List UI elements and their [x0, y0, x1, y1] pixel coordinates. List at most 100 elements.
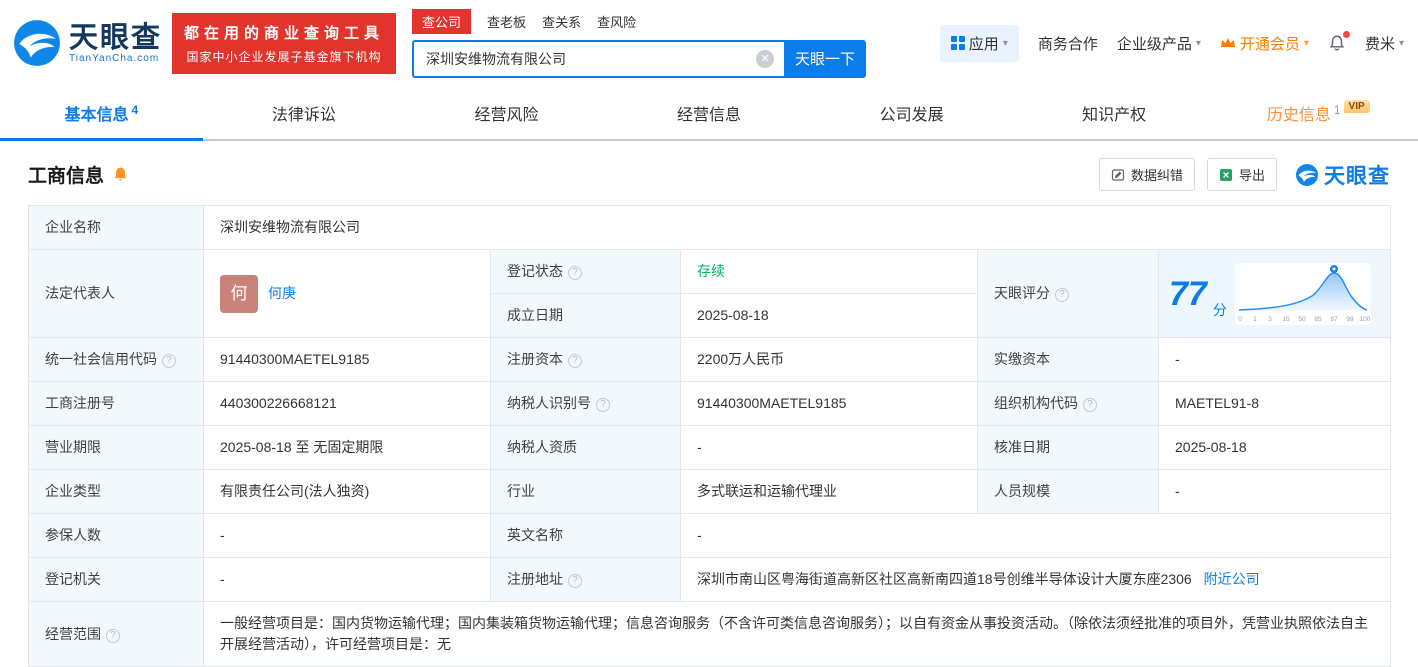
- legal-rep-link[interactable]: 何庚: [268, 283, 296, 304]
- company-type-value: 有限责任公司(法人独资): [204, 470, 491, 514]
- search-tab-relation[interactable]: 查关系: [542, 9, 581, 34]
- notification-bell[interactable]: [1328, 34, 1346, 52]
- data-correction-label: 数据纠错: [1131, 165, 1183, 184]
- nav-apps[interactable]: 应用 ▾: [940, 25, 1019, 62]
- reg-number-label: 工商注册号: [29, 382, 204, 426]
- tyc-score-label: 天眼评分?: [978, 250, 1159, 338]
- chevron-down-icon: ▾: [1399, 38, 1404, 49]
- credit-code-label: 统一社会信用代码?: [29, 338, 204, 382]
- reg-number-value: 440300226668121: [204, 382, 491, 426]
- reg-authority-value: -: [204, 558, 491, 602]
- staff-size-label: 人员规模: [978, 470, 1159, 514]
- tab-history-info-count: 1: [1334, 103, 1341, 117]
- table-row: 营业期限 2025-08-18 至 无固定期限 纳税人资质 - 核准日期 202…: [29, 426, 1391, 470]
- search-tab-company[interactable]: 查公司: [412, 9, 471, 34]
- help-icon[interactable]: ?: [162, 354, 176, 368]
- tab-operation-risk-label: 经营风险: [474, 107, 538, 124]
- search-input[interactable]: [412, 40, 784, 78]
- business-scope-value: 一般经营项目是：国内货物运输代理；国内集装箱货物运输代理；信息咨询服务（不含许可…: [204, 602, 1391, 667]
- tab-company-development[interactable]: 公司发展: [810, 86, 1013, 141]
- help-icon[interactable]: ?: [568, 266, 582, 280]
- section-watermark-logo: 天眼查: [1295, 160, 1390, 190]
- english-name-value: -: [681, 514, 1391, 558]
- clear-search-icon[interactable]: ✕: [756, 50, 774, 68]
- industry-label: 行业: [491, 470, 681, 514]
- tianyancha-logo[interactable]: 天眼查 TianYanCha.com: [12, 18, 162, 68]
- help-icon[interactable]: ?: [568, 574, 582, 588]
- credit-code-value: 91440300MAETEL9185: [204, 338, 491, 382]
- help-icon[interactable]: ?: [106, 629, 120, 643]
- tab-operation-info[interactable]: 经营信息: [608, 86, 811, 141]
- legal-rep-value: 何 何庚: [204, 250, 491, 338]
- taxpayer-quality-value: -: [681, 426, 978, 470]
- table-row: 企业类型 有限责任公司(法人独资) 行业 多式联运和运输代理业 人员规模 -: [29, 470, 1391, 514]
- tab-basic-info[interactable]: 基本信息4: [0, 86, 203, 141]
- tab-operation-risk[interactable]: 经营风险: [405, 86, 608, 141]
- crown-icon: [1220, 37, 1236, 49]
- business-info-section-head: 工商信息 数据纠错 导出 天眼查: [0, 141, 1418, 203]
- svg-text:100: 100: [1359, 316, 1370, 323]
- reg-capital-label: 注册资本?: [491, 338, 681, 382]
- approval-date-value: 2025-08-18: [1159, 426, 1391, 470]
- search-tab-risk[interactable]: 查风险: [597, 9, 636, 34]
- help-icon[interactable]: ?: [1055, 288, 1069, 302]
- establish-date-label: 成立日期: [491, 294, 681, 338]
- slogan-line1: 都在用的商业查询工具: [184, 22, 384, 43]
- org-code-value: MAETEL91-8: [1159, 382, 1391, 426]
- export-button[interactable]: 导出: [1207, 158, 1277, 191]
- nav-user-menu[interactable]: 费米 ▾: [1365, 33, 1404, 54]
- table-row: 经营范围? 一般经营项目是：国内货物运输代理；国内集装箱货物运输代理；信息咨询服…: [29, 602, 1391, 667]
- score-unit: 分: [1213, 300, 1227, 325]
- search-button[interactable]: 天眼一下: [784, 40, 866, 78]
- reg-status-value: 存续: [681, 250, 978, 294]
- notification-dot: [1343, 31, 1350, 38]
- svg-text:85: 85: [1314, 316, 1322, 323]
- svg-text:97: 97: [1330, 316, 1338, 323]
- company-name-label: 企业名称: [29, 206, 204, 250]
- business-info-table: 企业名称 深圳安维物流有限公司 法定代表人 何 何庚 登记状态? 存续 天眼评分…: [28, 205, 1391, 667]
- tab-intellectual-property[interactable]: 知识产权: [1013, 86, 1216, 141]
- nav-open-vip[interactable]: 开通会员 ▾: [1220, 33, 1309, 54]
- insured-count-value: -: [204, 514, 491, 558]
- legal-rep-avatar[interactable]: 何: [220, 275, 258, 313]
- help-icon[interactable]: ?: [596, 398, 610, 412]
- nav-enterprise-products[interactable]: 企业级产品 ▾: [1117, 33, 1201, 54]
- tab-legal-litigation[interactable]: 法律诉讼: [203, 86, 406, 141]
- logo-name: 天眼查: [69, 23, 162, 53]
- tyc-score-value: 77 分 0 1 3: [1159, 250, 1391, 338]
- nav-cooperation[interactable]: 商务合作: [1038, 33, 1098, 54]
- data-correction-button[interactable]: 数据纠错: [1099, 158, 1195, 191]
- excel-export-icon: [1219, 168, 1233, 182]
- company-tabbar: 基本信息4 法律诉讼 经营风险 经营信息 公司发展 知识产权 历史信息1VIP: [0, 86, 1418, 141]
- reg-status-label: 登记状态?: [491, 250, 681, 294]
- taxpayer-id-value: 91440300MAETEL9185: [681, 382, 978, 426]
- reg-address-text: 深圳市南山区粤海街道高新区社区高新南四道18号创维半导体设计大厦东座2306: [697, 571, 1192, 587]
- monitor-bell-icon[interactable]: [112, 166, 129, 183]
- reg-address-value: 深圳市南山区粤海街道高新区社区高新南四道18号创维半导体设计大厦东座2306 附…: [681, 558, 1391, 602]
- tab-history-info-label: 历史信息: [1267, 107, 1331, 124]
- chevron-down-icon: ▾: [1196, 38, 1201, 49]
- edit-icon: [1111, 168, 1125, 182]
- insured-count-label: 参保人数: [29, 514, 204, 558]
- business-term-value: 2025-08-18 至 无固定期限: [204, 426, 491, 470]
- taxpayer-id-label: 纳税人识别号?: [491, 382, 681, 426]
- industry-value: 多式联运和运输代理业: [681, 470, 978, 514]
- nearby-companies-link[interactable]: 附近公司: [1204, 571, 1260, 587]
- tab-company-development-label: 公司发展: [880, 107, 944, 124]
- table-row: 企业名称 深圳安维物流有限公司: [29, 206, 1391, 250]
- help-icon[interactable]: ?: [568, 354, 582, 368]
- svg-text:50: 50: [1298, 316, 1306, 323]
- search-tab-boss[interactable]: 查老板: [487, 9, 526, 34]
- slogan-line2: 国家中小企业发展子基金旗下机构: [184, 48, 384, 65]
- establish-date-value: 2025-08-18: [681, 294, 978, 338]
- brand-slogan: 都在用的商业查询工具 国家中小企业发展子基金旗下机构: [172, 13, 396, 74]
- tianyancha-logo-icon: [12, 18, 62, 68]
- section-title: 工商信息: [28, 161, 104, 188]
- tab-history-info[interactable]: 历史信息1VIP: [1215, 86, 1418, 141]
- reg-address-label: 注册地址?: [491, 558, 681, 602]
- table-row: 法定代表人 何 何庚 登记状态? 存续 天眼评分? 77 分: [29, 250, 1391, 294]
- nav-apps-label: 应用: [969, 33, 999, 54]
- paid-capital-value: -: [1159, 338, 1391, 382]
- help-icon[interactable]: ?: [1083, 398, 1097, 412]
- score-number: 77: [1169, 277, 1207, 311]
